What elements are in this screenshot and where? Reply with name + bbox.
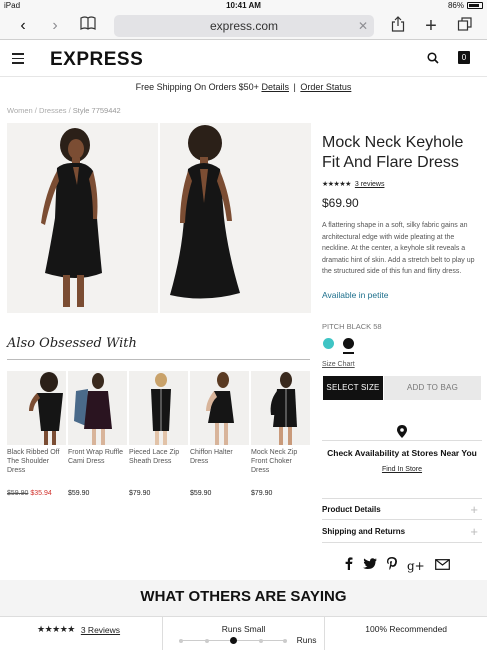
recommended-percent: 100% Recommended xyxy=(365,624,448,634)
rec-name[interactable]: Mock Neck Zip Front Choker Dress xyxy=(251,448,310,488)
add-to-bag-button[interactable]: ADD TO BAG xyxy=(384,376,481,400)
search-icon[interactable] xyxy=(427,51,439,69)
reviews-section: WHAT OTHERS ARE SAYING ★★★★★ 3 Reviews R… xyxy=(0,580,487,650)
breadcrumb-dresses[interactable]: Dresses xyxy=(39,106,67,115)
swatch-black[interactable] xyxy=(343,338,354,349)
fit-scale xyxy=(178,637,287,644)
selected-swatch-indicator xyxy=(343,352,354,354)
clock: 10:41 AM xyxy=(226,1,261,10)
promo-bar: Free Shipping On Orders $50+ Details | O… xyxy=(135,82,352,92)
clear-url-icon[interactable]: ✕ xyxy=(358,15,368,37)
menu-icon[interactable] xyxy=(12,53,24,64)
forward-icon[interactable]: › xyxy=(45,16,65,36)
product-description: A flattering shape in a soft, silky fabr… xyxy=(322,222,475,275)
email-icon[interactable] xyxy=(434,557,450,575)
order-status-link[interactable]: Order Status xyxy=(300,82,351,92)
pinterest-icon[interactable] xyxy=(387,557,397,575)
rec-item[interactable]: Pieced Lace Zip Sheath Dress $79.90 xyxy=(129,371,188,497)
share-icon[interactable] xyxy=(388,16,408,36)
rating-summary: ★★★★★ 3 Reviews xyxy=(0,617,163,650)
rec-name[interactable]: Front Wrap Ruffle Cami Dress xyxy=(68,448,127,488)
select-size-button[interactable]: SELECT SIZE xyxy=(323,376,383,400)
url-text: express.com xyxy=(209,19,279,33)
rating-stars-icon: ★★★★★ xyxy=(37,624,75,634)
product-price: $69.90 xyxy=(322,196,359,210)
rec-sale-price: $35.94 xyxy=(30,490,52,497)
rec-image[interactable] xyxy=(7,371,66,445)
rec-name[interactable]: Black Ribbed Off The Shoulder Dress xyxy=(7,448,66,488)
shopping-bag-icon[interactable]: 0 xyxy=(458,51,470,64)
rec-image[interactable] xyxy=(68,371,127,445)
color-name: PITCH BLACK 58 xyxy=(322,322,382,331)
rec-price: $79.90 xyxy=(251,490,273,497)
recommendations: Black Ribbed Off The Shoulder Dress $59.… xyxy=(7,371,310,497)
back-icon[interactable]: ‹ xyxy=(13,16,33,36)
reviews-count-link[interactable]: 3 Reviews xyxy=(81,625,120,635)
breadcrumb-current: Style 7759442 xyxy=(72,106,121,115)
check-availability: Check Availability at Stores Near You xyxy=(322,440,482,458)
status-bar: iPad 10:41 AM 86% xyxy=(0,0,487,12)
find-in-store-link[interactable]: Find In Store xyxy=(322,466,482,473)
shipping-returns-label: Shipping and Returns xyxy=(322,527,406,536)
new-tab-icon[interactable]: + xyxy=(421,16,441,36)
promo-text: Free Shipping On Orders $50+ xyxy=(135,82,259,92)
rec-item[interactable]: Front Wrap Ruffle Cami Dress $59.90 xyxy=(68,371,127,497)
rec-image[interactable] xyxy=(190,371,249,445)
rec-price: $59.90 xyxy=(190,490,212,497)
product-image-front[interactable] xyxy=(7,123,158,313)
divider xyxy=(7,359,310,360)
rec-price: $59.90 xyxy=(68,490,90,497)
rec-price: $59.90 $35.94 xyxy=(7,490,66,497)
promo-details-link[interactable]: Details xyxy=(261,82,289,92)
rec-price: $79.90 xyxy=(129,490,151,497)
rec-name[interactable]: Pieced Lace Zip Sheath Dress xyxy=(129,448,188,488)
product-title: Mock Neck Keyhole Fit And Flare Dress xyxy=(322,134,464,171)
product-image-back[interactable] xyxy=(160,123,311,313)
breadcrumb-women[interactable]: Women xyxy=(7,106,33,115)
also-obsessed-heading: Also Obsessed With xyxy=(7,336,137,351)
reviews-link[interactable]: 3 reviews xyxy=(355,181,385,188)
rec-item[interactable]: Chiffon Halter Dress $59.90 xyxy=(190,371,249,497)
rec-old-price: $59.90 xyxy=(7,490,29,497)
battery-icon xyxy=(467,2,483,9)
battery-indicator: 86% xyxy=(448,1,483,10)
shipping-returns-accordion[interactable]: Shipping and Returns + xyxy=(322,521,482,543)
fit-summary: Runs Small Runs xyxy=(163,617,326,650)
breadcrumb: Women / Dresses / Style 7759442 xyxy=(7,106,121,115)
swatch-teal[interactable] xyxy=(323,338,334,349)
rec-image[interactable] xyxy=(129,371,188,445)
petite-link[interactable]: Available in petite xyxy=(322,290,388,300)
url-bar[interactable]: express.com ✕ xyxy=(114,15,374,37)
reviews-heading: WHAT OTHERS ARE SAYING xyxy=(140,588,347,605)
product-details-label: Product Details xyxy=(322,505,381,514)
twitter-icon[interactable] xyxy=(363,557,377,575)
facebook-icon[interactable] xyxy=(345,557,353,575)
site-header: EXPRESS 0 xyxy=(0,41,487,77)
recommend-summary: 100% Recommended xyxy=(325,617,487,650)
social-share: g+ xyxy=(345,557,450,575)
expand-plus-icon: + xyxy=(470,502,478,517)
rec-image[interactable] xyxy=(251,371,310,445)
fit-caption: Runs xyxy=(296,635,317,645)
product-rating: ★★★★★ 3 reviews xyxy=(322,180,385,189)
rec-name[interactable]: Chiffon Halter Dress xyxy=(190,448,249,488)
fit-label: Runs Small xyxy=(221,624,266,634)
google-plus-icon[interactable]: g+ xyxy=(407,559,425,573)
rec-item[interactable]: Black Ribbed Off The Shoulder Dress $59.… xyxy=(7,371,66,497)
site-logo[interactable]: EXPRESS xyxy=(50,49,143,71)
bookmarks-icon[interactable] xyxy=(78,16,98,36)
expand-plus-icon: + xyxy=(470,524,478,539)
reviews-summary: ★★★★★ 3 Reviews Runs Small Runs 100% Rec… xyxy=(0,616,487,650)
tabs-icon[interactable] xyxy=(455,16,475,36)
product-details-accordion[interactable]: Product Details + xyxy=(322,498,482,520)
battery-percent: 86% xyxy=(447,1,464,10)
browser-toolbar: ‹ › express.com ✕ + xyxy=(0,12,487,40)
rec-item[interactable]: Mock Neck Zip Front Choker Dress $79.90 xyxy=(251,371,310,497)
rating-stars-icon: ★★★★★ xyxy=(322,181,351,188)
size-chart-link[interactable]: Size Chart xyxy=(322,361,355,368)
